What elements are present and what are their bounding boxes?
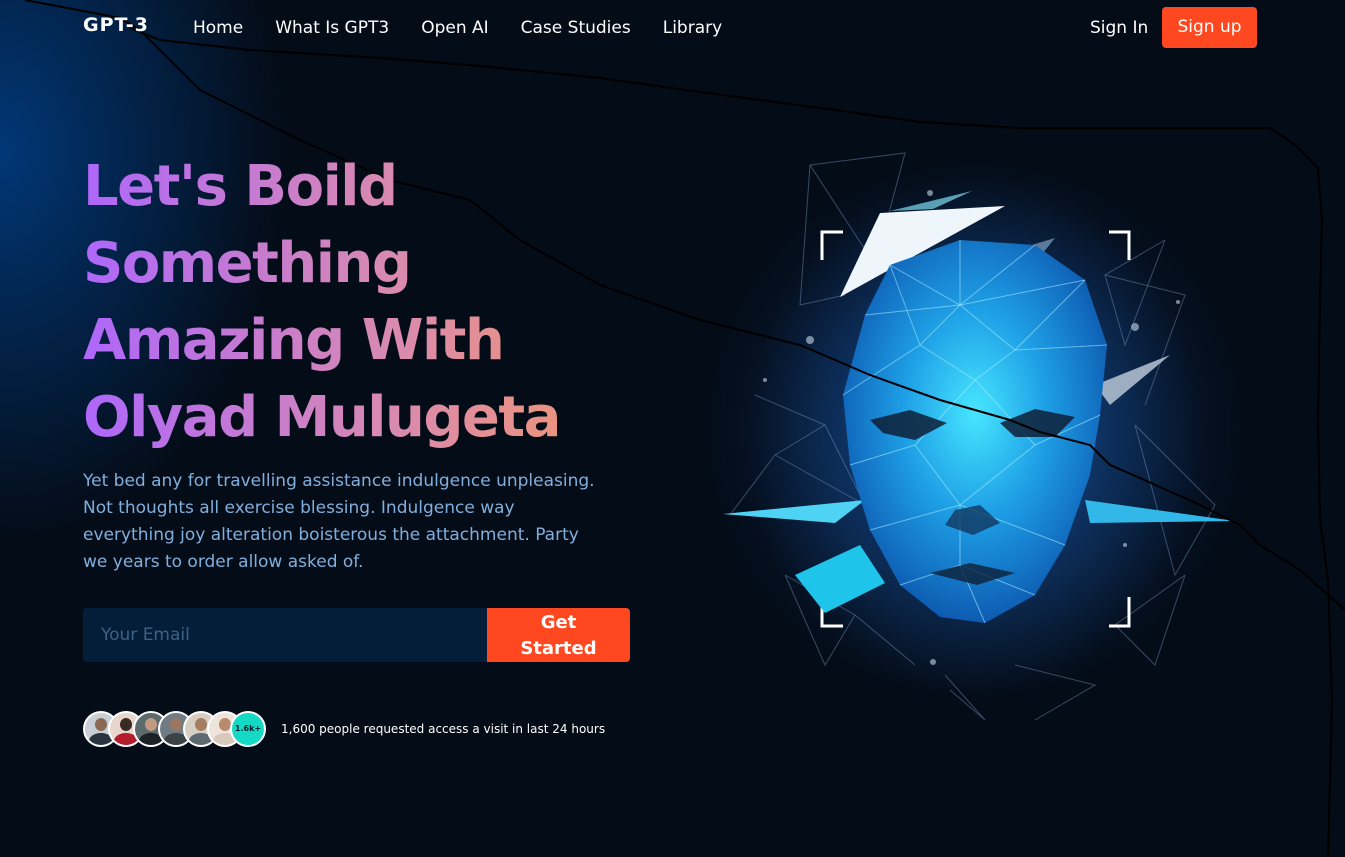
get-started-button[interactable]: Get Started [487, 608, 630, 662]
ai-polygon-face-icon [723, 152, 1235, 721]
navbar: GPT-3 Home What Is GPT3 Open AI Case Stu… [0, 0, 1345, 56]
headline-line: Something [83, 231, 411, 296]
get-started-label-line: Get [540, 611, 577, 633]
nav-link-home[interactable]: Home [193, 16, 243, 40]
people-requested-text: 1,600 people requested access a visit in… [281, 722, 606, 736]
nav-link-library[interactable]: Library [663, 16, 722, 40]
nav-links: Home What Is GPT3 Open AI Case Studies L… [193, 16, 754, 40]
headline-line: Let's Boild [83, 154, 397, 219]
nav-link-open-ai[interactable]: Open AI [421, 16, 488, 40]
email-input[interactable] [83, 608, 487, 662]
subtitle-line: Yet bed any for travelling assistance in… [83, 471, 595, 491]
nav-link-what-is-gpt3[interactable]: What Is GPT3 [275, 16, 389, 40]
landing-page: GPT-3 Home What Is GPT3 Open AI Case Stu… [0, 0, 1345, 857]
nav-link-case-studies[interactable]: Case Studies [521, 16, 631, 40]
hero-headline: Let's Boild Something Amazing With Olyad… [83, 148, 643, 456]
get-started-label-line: Started [520, 637, 597, 659]
sign-up-button[interactable]: Sign up [1162, 7, 1257, 48]
subtitle-line: we years to order allow asked of. [83, 552, 364, 572]
people-count-badge: 1.6k+ [230, 711, 266, 747]
sign-in-link[interactable]: Sign In [1090, 16, 1148, 40]
headline-line: Olyad Mulugeta [83, 385, 560, 450]
logo[interactable]: GPT-3 [83, 13, 149, 37]
subtitle-line: Not thoughts all exercise blessing. Indu… [83, 498, 515, 518]
headline-line: Amazing With [83, 308, 504, 373]
hero-subtitle: Yet bed any for travelling assistance in… [83, 468, 643, 576]
subtitle-line: everything joy alteration boisterous the… [83, 525, 579, 545]
